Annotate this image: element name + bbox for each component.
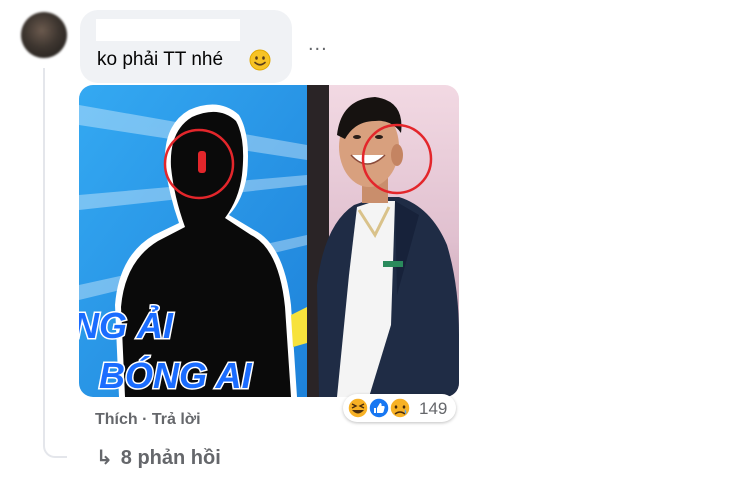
sad-icon [389, 397, 411, 419]
poster-caption-line1: NG ẢI [79, 305, 174, 346]
smile-emoji-icon [249, 49, 271, 71]
comment-text: ko phải TT nhé [97, 49, 224, 70]
reply-link[interactable]: Trả lời [152, 411, 201, 428]
replies-count-label: 8 phản hồi [120, 447, 221, 469]
like-icon [368, 397, 390, 419]
poster-caption-line2: BÓNG AI [99, 355, 253, 396]
view-replies-link[interactable]: ↳ 8 phản hồi [96, 445, 221, 470]
reaction-summary[interactable]: 149 [343, 394, 456, 422]
reply-arrow-icon: ↳ [96, 447, 113, 469]
comment-actions: Thích · Trả lời [95, 411, 201, 429]
commenter-name-redacted[interactable] [96, 19, 240, 41]
reaction-count: 149 [419, 399, 448, 418]
more-options-button[interactable]: ... [308, 34, 328, 54]
avatar[interactable] [21, 12, 67, 58]
reply-thread-line [43, 68, 67, 458]
like-link[interactable]: Thích [95, 411, 138, 428]
comment-photo[interactable]: NG ẢI BÓNG AI [79, 85, 459, 397]
action-separator: · [137, 411, 152, 428]
haha-icon [347, 397, 369, 419]
